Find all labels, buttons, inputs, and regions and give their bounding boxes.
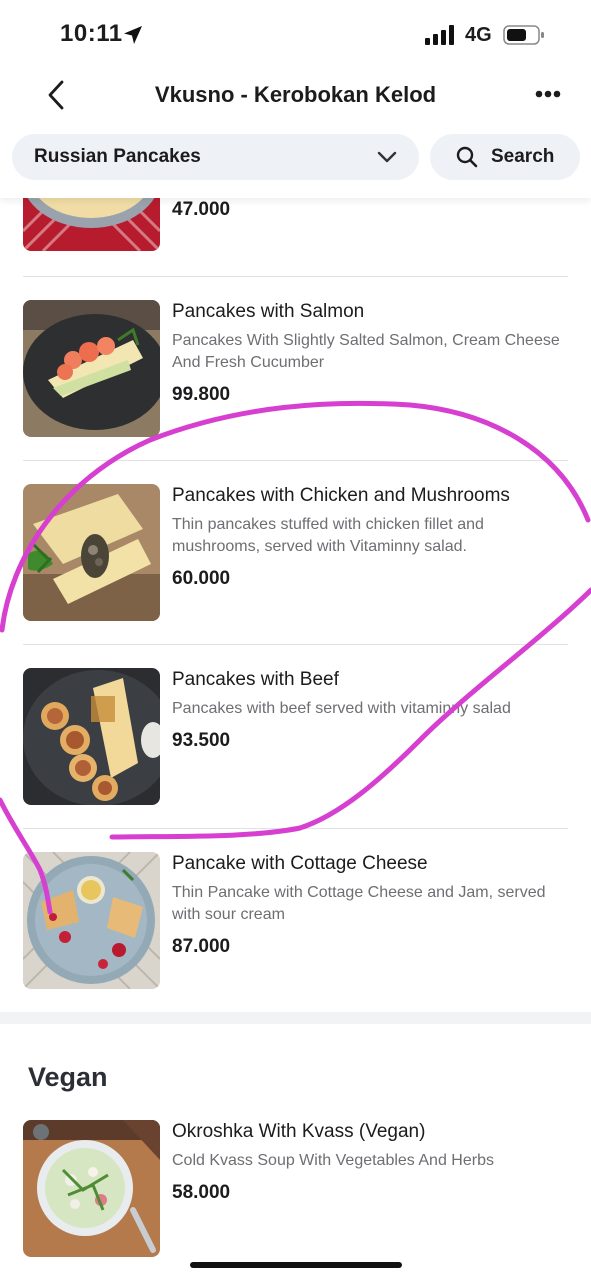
home-indicator — [190, 1262, 402, 1268]
menu-item[interactable]: Pancake with Cottage Cheese Thin Pancake… — [0, 852, 591, 992]
divider — [23, 828, 568, 829]
menu-item[interactable]: Pancakes with Chicken and Mushrooms Thin… — [0, 484, 591, 624]
category-label: Russian Pancakes — [34, 146, 201, 167]
menu-item[interactable]: Pancakes with Salmon Pancakes With Sligh… — [0, 300, 591, 440]
item-price: 47.000 — [172, 199, 231, 220]
status-time: 10:11 — [60, 20, 123, 47]
more-dots-icon — [535, 90, 561, 98]
dish-photo — [23, 300, 160, 437]
item-name: Pancake with Cottage Cheese — [172, 853, 428, 874]
menu-item-partial[interactable]: 47.000 — [0, 198, 591, 254]
item-name: Okroshka With Kvass (Vegan) — [172, 1121, 426, 1142]
signal-strength-icon — [425, 25, 454, 45]
navigation-bar: Vkusno - Kerobokan Kelod — [0, 70, 591, 122]
divider — [23, 644, 568, 645]
item-price: 93.500 — [172, 730, 231, 751]
item-price: 99.800 — [172, 384, 231, 405]
item-description: Pancakes with beef served with vitaminny… — [172, 700, 511, 717]
chevron-left-icon — [48, 80, 64, 110]
more-options-button[interactable] — [528, 82, 568, 106]
section-title-vegan: Vegan — [28, 1062, 108, 1092]
item-price: 87.000 — [172, 936, 231, 957]
divider — [23, 276, 568, 277]
dish-photo — [23, 484, 160, 621]
item-price: 60.000 — [172, 568, 231, 589]
page-title: Vkusno - Kerobokan Kelod — [154, 82, 437, 107]
dish-photo — [23, 198, 160, 251]
search-label: Search — [491, 146, 555, 167]
location-arrow-icon — [124, 26, 142, 44]
battery-icon — [503, 25, 544, 45]
item-description: Thin pancakes stuffed with chicken fille… — [172, 516, 484, 555]
network-type: 4G — [465, 24, 492, 46]
item-name: Pancakes with Beef — [172, 669, 339, 690]
dish-photo — [23, 852, 160, 989]
item-description: Cold Kvass Soup With Vegetables And Herb… — [172, 1152, 494, 1169]
item-name: Pancakes with Salmon — [172, 301, 365, 322]
menu-list: 47.000 Pancakes with Salmon Pancakes Wit… — [0, 198, 591, 1280]
search-icon — [456, 146, 478, 168]
category-dropdown[interactable]: Russian Pancakes — [12, 134, 419, 180]
item-description: Thin Pancake with Cottage Cheese and Jam… — [172, 884, 546, 923]
item-price: 58.000 — [172, 1182, 231, 1203]
filter-bar: Russian Pancakes Search — [0, 122, 591, 198]
dish-photo — [23, 668, 160, 805]
item-name: Pancakes with Chicken and Mushrooms — [172, 485, 510, 506]
item-description: Pancakes With Slightly Salted Salmon, Cr… — [172, 332, 560, 371]
back-button[interactable] — [38, 76, 74, 114]
dish-photo — [23, 1120, 160, 1257]
chevron-down-icon — [377, 151, 397, 163]
divider — [23, 460, 568, 461]
status-bar: 10:11 4G — [0, 0, 591, 70]
search-button[interactable]: Search — [430, 134, 580, 180]
section-separator — [0, 1012, 591, 1024]
menu-item[interactable]: Pancakes with Beef Pancakes with beef se… — [0, 668, 591, 808]
menu-item[interactable]: Okroshka With Kvass (Vegan) Cold Kvass S… — [0, 1120, 591, 1260]
